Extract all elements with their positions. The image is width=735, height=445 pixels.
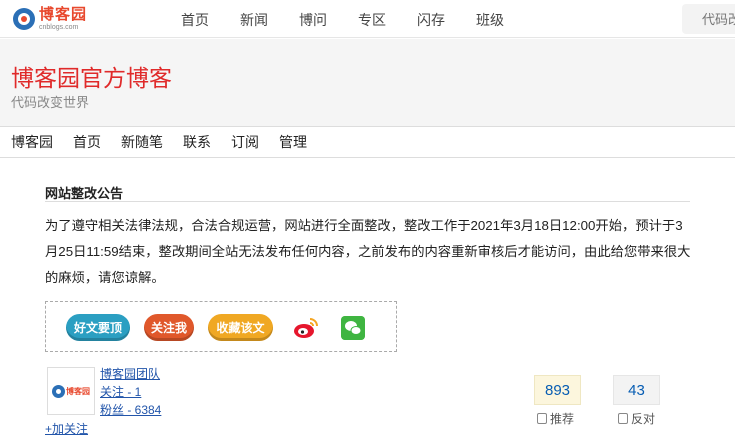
- author-avatar[interactable]: 博客园: [47, 367, 95, 415]
- blog-nav-cnblogs[interactable]: 博客园: [11, 132, 53, 152]
- site-logo[interactable]: 博客园 cnblogs.com: [13, 6, 87, 32]
- site-nav-home[interactable]: 首页: [181, 10, 209, 30]
- post-title[interactable]: 网站整改公告: [45, 183, 123, 202]
- post-body: 为了遵守相关法律法规，合法合规运营，网站进行全面整改，整改工作于2021年3月1…: [45, 218, 691, 285]
- blog-title[interactable]: 博客园官方博客: [11, 59, 172, 93]
- site-nav-news[interactable]: 新闻: [240, 10, 268, 30]
- bury-count-button[interactable]: 43: [613, 375, 660, 405]
- recommend-post-button[interactable]: 好文要顶: [66, 314, 130, 341]
- site-nav-flash[interactable]: 闪存: [417, 10, 445, 30]
- blog-nav-new-post[interactable]: 新随笔: [121, 132, 163, 152]
- weibo-icon[interactable]: [293, 316, 319, 340]
- site-nav-class[interactable]: 班级: [476, 10, 504, 30]
- bury-label-text: 反对: [631, 412, 656, 426]
- author-name-link[interactable]: 博客园团队: [100, 365, 160, 382]
- site-nav: 首页 新闻 博问 专区 闪存 班级: [181, 10, 535, 30]
- thumbs-down-icon: [618, 413, 628, 424]
- avatar-text: 博客园: [66, 386, 90, 396]
- author-following-link[interactable]: 关注 - 1: [100, 383, 141, 400]
- logo-icon: [13, 8, 35, 30]
- blog-subtitle: 代码改变世界: [11, 95, 90, 110]
- blog-nav-contact[interactable]: 联系: [183, 132, 211, 152]
- logo-domain: cnblogs.com: [39, 24, 79, 31]
- digg-count-button[interactable]: 893: [534, 375, 581, 405]
- blog-nav-subscribe[interactable]: 订阅: [231, 132, 259, 152]
- blog-header: 博客园官方博客 代码改变世界: [0, 39, 735, 127]
- blog-nav-home[interactable]: 首页: [73, 132, 101, 152]
- site-nav-zones[interactable]: 专区: [358, 10, 386, 30]
- site-nav-questions[interactable]: 博问: [299, 10, 327, 30]
- wechat-icon[interactable]: [341, 316, 365, 340]
- blog-nav-manage[interactable]: 管理: [279, 132, 307, 152]
- search-input[interactable]: [682, 4, 735, 34]
- logo-icon: [52, 384, 65, 398]
- thumbs-up-icon: [537, 413, 547, 424]
- digg-label[interactable]: 推荐: [537, 410, 574, 427]
- bury-label[interactable]: 反对: [618, 410, 655, 427]
- top-navbar: 博客园 cnblogs.com 首页 新闻 博问 专区 闪存 班级: [0, 0, 735, 38]
- logo-text: 博客园: [39, 6, 88, 23]
- author-fans-link[interactable]: 粉丝 - 6384: [100, 401, 161, 418]
- add-follow-link[interactable]: +加关注: [45, 420, 88, 437]
- follow-me-button[interactable]: 关注我: [144, 314, 194, 341]
- blog-nav: 博客园 首页 新随笔 联系 订阅 管理: [0, 127, 735, 158]
- share-box: 好文要顶 关注我 收藏该文: [45, 301, 397, 352]
- divider: [45, 201, 690, 202]
- digg-label-text: 推荐: [550, 412, 575, 426]
- bookmark-post-button[interactable]: 收藏该文: [208, 314, 273, 341]
